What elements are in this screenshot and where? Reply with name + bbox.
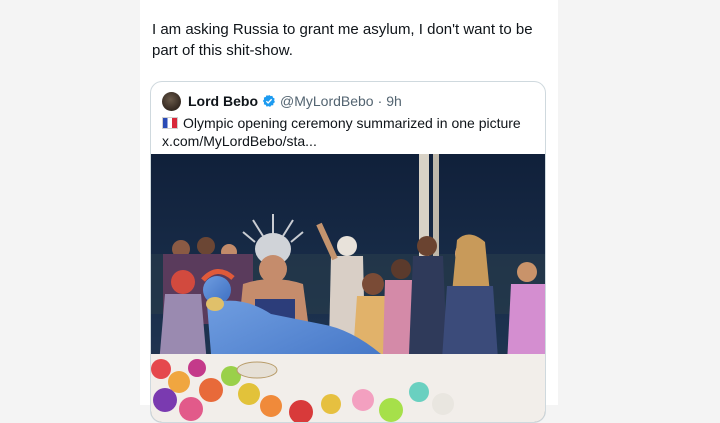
quoted-post-header: Lord Bebo @MyLordBebo · 9h (162, 91, 402, 111)
post-text-line2: part of this shit-show. (152, 42, 293, 59)
post-text: I am asking Russia to grant me asylum, I… (152, 19, 552, 61)
quoted-post-text: Olympic opening ceremony summarized in o… (162, 114, 532, 150)
ceremony-photo[interactable] (151, 154, 545, 422)
ceremony-photo-image (151, 154, 545, 422)
author-name[interactable]: Lord Bebo (188, 93, 258, 109)
quoted-post[interactable]: Lord Bebo @MyLordBebo · 9h Olympic openi… (150, 81, 546, 423)
post-time[interactable]: 9h (386, 93, 402, 109)
separator: · (377, 93, 383, 109)
french-flag-icon (162, 117, 178, 129)
quoted-post-link[interactable]: x.com/MyLordBebo/sta... (162, 133, 317, 149)
author-handle[interactable]: @MyLordBebo (280, 93, 374, 109)
post-text-line1: I am asking Russia to grant me asylum, I… (152, 21, 533, 38)
avatar[interactable] (162, 91, 181, 111)
quoted-post-body: Olympic opening ceremony summarized in o… (183, 115, 521, 131)
verified-badge-icon (262, 94, 275, 107)
